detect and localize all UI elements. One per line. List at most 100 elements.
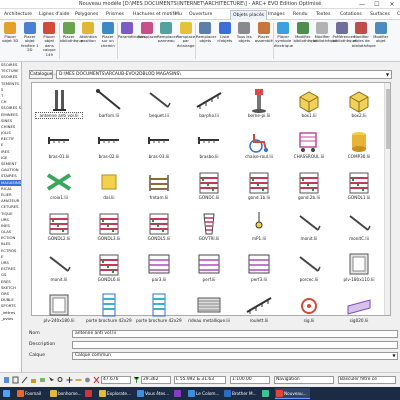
close-button[interactable]: ✕ (385, 0, 399, 9)
tab-ouverture[interactable]: Ouverture (187, 10, 214, 20)
scale-select[interactable]: 1:100.00 (230, 376, 270, 384)
tab-polygones[interactable]: Polygones (73, 10, 100, 20)
catalogue-button[interactable]: Catalogue... (29, 70, 57, 79)
ribbon-button-0[interactable]: Placer objet 3D (1, 22, 20, 60)
object-tile[interactable]: barpho.lii (186, 85, 232, 123)
chevron-down-icon[interactable]: ▼ (391, 353, 397, 359)
object-tile[interactable]: bras-02.lii (86, 126, 132, 164)
category-item[interactable]: EMINEES (0, 112, 21, 118)
lock-icon[interactable] (30, 376, 37, 384)
ribbon-button-10[interactable]: Remplacer objets (196, 22, 216, 60)
ribbon-button-16[interactable]: Modifier bibliothèque (313, 22, 337, 60)
tab-mu[interactable]: Mu (173, 10, 184, 20)
ribbon-button-19[interactable]: Modifier objet (372, 22, 391, 60)
ribbon-button-15[interactable]: Modifier bibliothèque (294, 22, 317, 60)
tab-hachures-et-motifs[interactable]: Hachures et motifs (131, 10, 179, 20)
tab-textes[interactable]: Textes (314, 10, 333, 20)
category-item[interactable]: SSOIRES SAN (0, 105, 21, 111)
mode-select[interactable]: Navigation (274, 376, 334, 384)
object-tile[interactable]: mP1.lii (236, 208, 282, 246)
object-tile[interactable]: dal.lii (86, 167, 132, 205)
length-readout[interactable]: L 55.992 & 31.63 (174, 376, 226, 384)
x-coordinate[interactable]: 47.676 (101, 376, 131, 384)
object-tile[interactable]: perf.lii (186, 249, 232, 287)
taskbar-item[interactable]: Vous êtes... (136, 388, 172, 399)
object-tile[interactable]: sig.lii (286, 290, 332, 328)
tab-prismes[interactable]: Prismes (104, 10, 126, 20)
taskbar-item[interactable] (173, 388, 186, 399)
ribbon-button-12[interactable]: Tous les objets (235, 22, 254, 60)
object-tile[interactable]: bras-01.lii (36, 126, 82, 164)
description-field[interactable] (72, 341, 398, 349)
object-tile[interactable]: gond.2b.lii (286, 167, 332, 205)
category-list[interactable]: SSOIRES TECTURE SSOIRES TEMENTS S T CH SSOIRES … (0, 62, 22, 372)
ribbon-button-11[interactable]: Liste d'objets (216, 22, 235, 60)
settings-icon[interactable] (84, 376, 91, 384)
object-tile[interactable]: plv-240x180.lii (36, 290, 82, 328)
name-field[interactable]: antenne anti vol.lii (72, 330, 398, 338)
ribbon-button-8[interactable]: Remplacer panneau (157, 22, 177, 60)
tab-lignes-d-aide[interactable]: Lignes d'aide (37, 10, 71, 20)
object-tile[interactable]: GONDC.lii (186, 167, 232, 205)
tab-objets-plac-s[interactable]: Objets placés (230, 10, 268, 20)
layer-select[interactable]: Calque commun ▼ (72, 352, 398, 360)
object-tile[interactable]: GONDL5.lii (136, 208, 182, 246)
object-tile[interactable]: chaise-roul.lii (236, 126, 282, 164)
object-tile[interactable]: GONDL6.lii (86, 249, 132, 287)
tab-architecture[interactable]: Architecture (2, 10, 34, 20)
object-tile[interactable]: porcec.lii (286, 249, 332, 287)
object-tile[interactable]: monit.lii (36, 249, 82, 287)
cursor-icon[interactable] (48, 376, 55, 384)
tab-calques[interactable]: Calques (395, 10, 400, 20)
object-tile[interactable]: box1.lii (286, 85, 332, 123)
pan-icon[interactable] (66, 376, 73, 384)
ribbon-button-3[interactable]: Placer bibliothèque (60, 22, 83, 60)
object-tile[interactable]: GONDL1.lii (336, 167, 382, 205)
object-tile[interactable]: box2.lii (336, 85, 382, 123)
grid-toggle-icon[interactable] (12, 376, 19, 384)
object-tile[interactable]: par3.lii (136, 249, 182, 287)
taskbar-item[interactable] (84, 388, 97, 399)
object-tile[interactable]: brasbo.lii (186, 126, 232, 164)
ribbon-button-18[interactable]: Modifier cibles de bibliothèque (352, 22, 376, 60)
object-tile[interactable]: rideau metallique.lii (186, 290, 232, 328)
tab-images[interactable]: Images (266, 10, 287, 20)
object-tile[interactable]: porte brochure 42x297.lii (136, 290, 182, 328)
taskbar-item[interactable] (2, 388, 15, 399)
ribbon-button-14[interactable]: Placer symbole électrique (274, 22, 293, 60)
object-tile[interactable]: CHASSROUL.lii (286, 126, 332, 164)
grid-scrollbar[interactable] (384, 83, 390, 315)
snap-icon[interactable] (3, 376, 10, 384)
object-tile[interactable]: GOVTRI.lii (186, 208, 232, 246)
ortho-icon[interactable] (21, 376, 28, 384)
zoom-icon[interactable] (57, 376, 64, 384)
taskbar-item[interactable]: Le Colom... (187, 388, 222, 399)
ribbon-button-4[interactable]: Attention position (79, 22, 98, 60)
measure-icon[interactable] (75, 376, 82, 384)
ribbon-button-17[interactable]: Préférences bibliothèque (333, 22, 356, 60)
object-tile[interactable]: borne-pi.lii (236, 85, 282, 123)
taskbar-item[interactable]: Nouveau... (275, 388, 310, 399)
category-item[interactable]: CETURES (0, 204, 21, 210)
object-tile[interactable]: bras-03.lii (136, 126, 182, 164)
object-tile[interactable]: antenne anti vol.lii (35, 85, 83, 123)
ribbon-button-6[interactable]: Paramétriques (118, 22, 146, 60)
category-item[interactable]: MAGASINS (0, 179, 21, 186)
object-tile[interactable]: COMP30.lii (336, 126, 382, 164)
tab-rendu[interactable]: Rendu (291, 10, 310, 20)
taskbar-item[interactable] (261, 388, 274, 399)
ribbon-button-2[interactable]: Placer objet dans calque 149 (40, 22, 59, 60)
ribbon-button-7[interactable]: Remplacer (138, 22, 158, 60)
chevron-down-icon[interactable]: ▼ (384, 71, 391, 78)
maximize-button[interactable]: ☐ (370, 0, 384, 9)
object-tile[interactable]: sig020.lii (336, 290, 382, 328)
ribbon-button-1[interactable]: Placer objet fenêtre 1 2D (21, 22, 40, 60)
object-tile[interactable]: GONDL2.lii (36, 208, 82, 246)
object-tile[interactable]: plv-180x110.lii (336, 249, 382, 287)
object-tile[interactable]: bequet.lii (136, 85, 182, 123)
grid-scrollbar-thumb[interactable] (386, 89, 390, 149)
category-item[interactable]: _pvtes (0, 316, 21, 322)
taskbar-item[interactable]: Brother M... (223, 388, 260, 399)
object-tile[interactable]: porte brochure 42x297.lii (86, 290, 132, 328)
y-coordinate[interactable]: 29.362 (141, 376, 171, 384)
